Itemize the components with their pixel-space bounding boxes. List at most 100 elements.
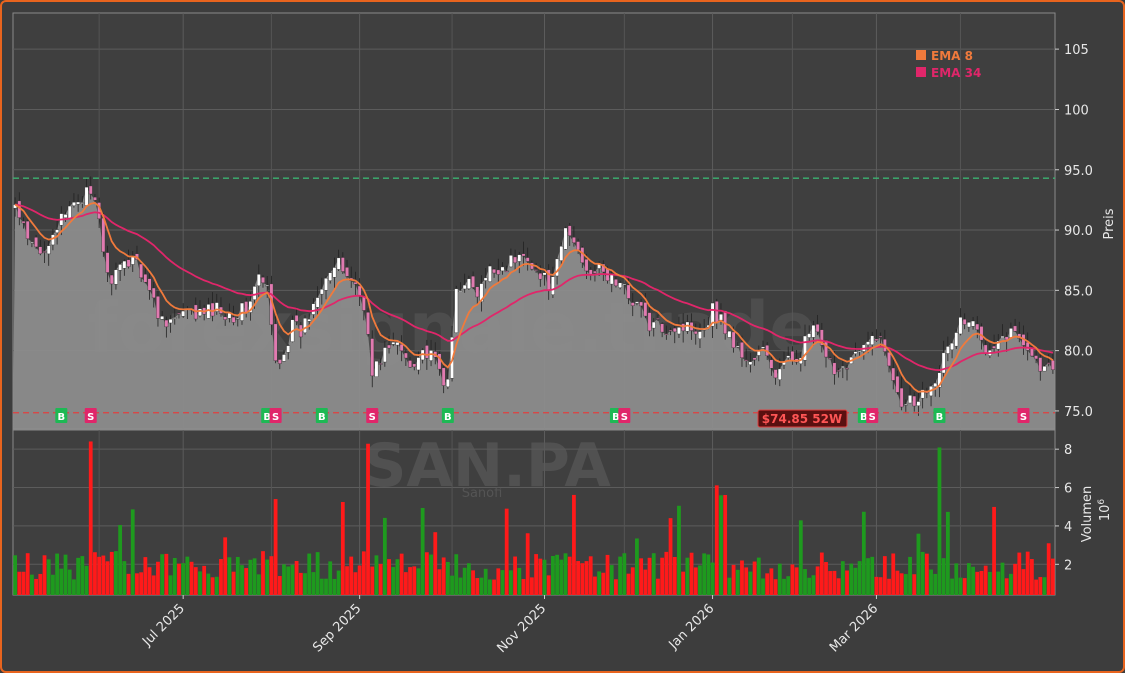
volume-bar [513, 556, 517, 595]
volume-bar [429, 554, 433, 595]
volume-bar [256, 574, 261, 595]
volume-bar [689, 552, 694, 595]
volume-bar [63, 554, 68, 595]
volume-bar [454, 554, 459, 595]
volume-bar [88, 441, 93, 595]
volume-bar [597, 571, 602, 595]
volume-bar [156, 561, 160, 595]
candle-body [88, 185, 93, 195]
volume-bar [97, 556, 102, 595]
candle-body [807, 333, 812, 338]
volume-bar [1004, 578, 1009, 595]
candle-body [46, 245, 51, 255]
volume-bar [748, 571, 753, 595]
volume-bar [458, 577, 463, 595]
volume-bar [861, 511, 866, 595]
candle-body [181, 310, 186, 317]
volume-axis-label: Volumen [1080, 486, 1095, 543]
volume-bar [740, 560, 744, 595]
candle-body [445, 378, 450, 388]
price-tick-label: 80.0 [1064, 345, 1093, 360]
candle-body [55, 229, 59, 233]
candle-body [664, 333, 669, 335]
volume-bar [626, 573, 631, 595]
candle-body [429, 350, 433, 361]
candle-body [912, 395, 917, 407]
sell-signal-label: S [869, 412, 876, 423]
volume-bar [1042, 577, 1047, 595]
candle-body [643, 302, 648, 317]
volume-bar [723, 494, 728, 595]
candle-body [593, 270, 597, 274]
candle-body [950, 342, 954, 351]
candle-body [357, 285, 362, 296]
volume-bar [635, 538, 639, 595]
volume-bar [651, 553, 656, 595]
candle-body [1046, 362, 1051, 364]
volume-bar [118, 525, 123, 595]
volume-bar [130, 509, 135, 595]
candle-body [622, 283, 627, 286]
volume-bar [93, 552, 97, 595]
candle-body [647, 312, 652, 332]
candle-body [101, 217, 106, 253]
volume-tick-label: 8 [1064, 443, 1072, 458]
candle-body [63, 214, 68, 218]
candle-body [168, 318, 173, 324]
candle-body [395, 342, 400, 346]
volume-bar [756, 557, 761, 595]
volume-bar [840, 561, 845, 595]
candle-body [454, 288, 459, 333]
candle-body [1034, 355, 1038, 360]
chart-frame: forexsignale.trade SAN.PA Sanofi BBBBBBB… [0, 0, 1125, 673]
candle-body [551, 276, 555, 295]
candle-body [916, 401, 921, 406]
volume-bar [504, 508, 509, 595]
candle-body [1009, 328, 1013, 338]
volume-bar [378, 563, 383, 595]
stock-chart: forexsignale.trade SAN.PA Sanofi BBBBBBB… [12, 12, 1117, 656]
volume-bar [189, 561, 194, 595]
candle-body [198, 308, 202, 317]
volume-bar [265, 559, 270, 595]
candle-body [538, 272, 543, 280]
candle-body [740, 342, 744, 358]
candle-body [857, 350, 862, 352]
volume-tick-label: 4 [1064, 520, 1072, 535]
volume-bar [521, 579, 526, 595]
volume-bar [941, 558, 946, 595]
volume-bar [996, 571, 1001, 595]
price-tick-label: 95.0 [1064, 164, 1093, 179]
candle-body [534, 269, 538, 271]
volume-bar [67, 569, 72, 595]
candle-body [824, 340, 828, 358]
volume-bar [30, 574, 34, 595]
volume-bar [462, 567, 467, 595]
volume-bar [235, 556, 240, 595]
volume-bar [34, 578, 38, 595]
candle-body [903, 403, 908, 406]
volume-unit-exponent: 6 [1097, 499, 1107, 505]
candle-body [517, 254, 522, 262]
volume-bar [13, 555, 17, 595]
volume-bar [714, 485, 719, 595]
volume-bar [992, 506, 996, 595]
volume-bar [500, 570, 505, 595]
volume-bar [609, 565, 614, 595]
candle-body [382, 347, 387, 363]
candle-body [286, 345, 291, 353]
volume-bar [324, 578, 328, 595]
volume-bar [366, 443, 370, 595]
volume-bar [59, 568, 64, 595]
volume-bar [391, 567, 396, 595]
volume-bar [349, 556, 354, 595]
candle-body [462, 284, 467, 290]
candle-body [630, 302, 635, 306]
volume-bar [580, 563, 585, 595]
candle-body [727, 330, 732, 338]
volume-bar [206, 573, 211, 595]
volume-bar [895, 570, 900, 595]
candle-body [34, 237, 38, 248]
volume-bar [660, 557, 665, 595]
candle-body [42, 251, 47, 253]
